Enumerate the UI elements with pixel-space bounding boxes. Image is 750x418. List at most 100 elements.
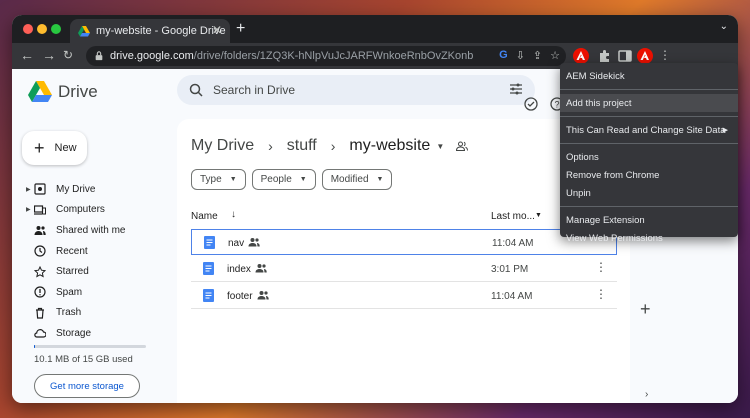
new-label: New	[54, 142, 77, 154]
filter-label: Type	[200, 174, 222, 185]
cloud-icon	[34, 329, 46, 339]
sidebar-item-label: My Drive	[56, 183, 96, 195]
trash-icon	[36, 307, 44, 319]
back-icon[interactable]: ←	[20, 47, 34, 63]
new-tab-button[interactable]: +	[236, 20, 245, 38]
new-button[interactable]: + New	[22, 131, 87, 165]
tab-search-button[interactable]: ⌄	[720, 21, 728, 32]
breadcrumb-stuff[interactable]: stuff	[287, 137, 317, 155]
close-window-button[interactable]	[23, 24, 33, 34]
extension-context-menu: AEM Sidekick Add this project This Can R…	[560, 63, 738, 244]
sidebar-item-my-drive[interactable]: ▶ My Drive	[26, 179, 166, 200]
more-actions-icon[interactable]: ⋮	[595, 260, 607, 274]
dropdown-icon: ▼	[229, 176, 237, 183]
plus-icon: +	[34, 137, 45, 158]
breadcrumb-my-drive[interactable]: My Drive	[191, 137, 254, 155]
reload-icon[interactable]: ↻	[63, 48, 73, 62]
folder-menu-icon[interactable]: ▼	[436, 142, 444, 151]
install-icon[interactable]: ⇩	[516, 49, 525, 62]
shared-folder-icon	[456, 141, 469, 151]
menu-item-remove[interactable]: Remove from Chrome	[560, 166, 738, 184]
menu-item-manage-extension[interactable]: Manage Extension	[560, 211, 738, 229]
storage-used: 10.1 MB of 15 GB used	[34, 354, 133, 365]
tab-strip: my-website - Google Drive ✕ + ⌄	[12, 15, 738, 43]
breadcrumb: My Drive › stuff › my-website ▼	[191, 137, 469, 155]
share-icon[interactable]: ⇪	[533, 49, 542, 62]
menu-item-site-data[interactable]: This Can Read and Change Site Data ▶	[560, 121, 738, 139]
shared-people-icon	[257, 291, 269, 300]
more-actions-icon[interactable]: ⋮	[595, 287, 607, 301]
collapse-panel-icon[interactable]: ›	[645, 389, 648, 400]
menu-item-add-project[interactable]: Add this project	[560, 94, 738, 112]
file-modified: 3:01 PM	[491, 264, 529, 275]
search-bar[interactable]: Search in Drive	[177, 75, 535, 105]
sort-arrow-icon[interactable]: ↓	[231, 209, 236, 220]
filter-label: People	[260, 174, 292, 185]
sidebar-item-trash[interactable]: Trash	[26, 303, 166, 324]
expand-caret-icon[interactable]: ▶	[26, 186, 31, 193]
bookmark-star-icon[interactable]: ☆	[550, 49, 560, 62]
drive-logo-icon	[28, 81, 52, 102]
sidebar-item-spam[interactable]: Spam	[26, 282, 166, 303]
sidebar-item-computers[interactable]: ▶ Computers	[26, 200, 166, 221]
shared-people-icon	[255, 264, 267, 273]
sidebar-nav: ▶ My Drive ▶ Computers Shared with me Re…	[26, 179, 166, 344]
menu-item-web-permissions[interactable]: View Web Permissions	[560, 229, 738, 247]
browser-tab[interactable]: my-website - Google Drive ✕	[70, 19, 230, 43]
add-addon-icon[interactable]: +	[640, 299, 651, 320]
menu-item-unpin[interactable]: Unpin	[560, 184, 738, 202]
url-path: /drive/folders/1ZQ3K-hNlpVuJcJARFWnkoeRn…	[193, 50, 474, 62]
expand-caret-icon[interactable]: ▶	[26, 206, 31, 213]
sidebar-item-storage[interactable]: Storage	[26, 323, 166, 344]
table-row[interactable]: footer 11:04 AM ⋮	[191, 283, 617, 309]
table-row[interactable]: index 3:01 PM ⋮	[191, 256, 617, 282]
chrome-menu-icon[interactable]: ⋮	[659, 48, 671, 62]
google-icon[interactable]: G	[499, 49, 508, 62]
offline-ready-icon[interactable]	[524, 97, 538, 111]
file-name: index	[227, 264, 251, 275]
clock-icon	[34, 245, 46, 257]
search-icon	[189, 83, 203, 97]
storage-bar	[34, 345, 146, 348]
dropdown-icon: ▼	[376, 176, 384, 183]
filter-people[interactable]: People ▼	[251, 169, 316, 190]
tab-close-icon[interactable]: ✕	[212, 23, 222, 37]
sidebar-item-label: Trash	[56, 307, 82, 319]
get-more-storage-button[interactable]: Get more storage	[34, 374, 140, 398]
tab-title: my-website - Google Drive	[96, 25, 226, 37]
sidebar-item-starred[interactable]: Starred	[26, 261, 166, 282]
search-input[interactable]: Search in Drive	[213, 83, 295, 97]
sidebar-item-label: Starred	[56, 266, 89, 278]
last-modified-column[interactable]: Last mo...	[491, 211, 535, 222]
name-column[interactable]: Name	[191, 211, 218, 222]
sidebar-item-recent[interactable]: Recent	[26, 241, 166, 262]
address-bar[interactable]: drive.google.com/drive/folders/1ZQ3K-hNl…	[86, 46, 566, 66]
search-options-icon[interactable]	[509, 82, 523, 96]
shared-icon	[34, 226, 46, 236]
google-doc-icon	[203, 262, 214, 275]
dropdown-icon[interactable]: ▼	[535, 212, 542, 219]
sidebar-item-shared[interactable]: Shared with me	[26, 220, 166, 241]
drive-logo-text: Drive	[58, 81, 98, 101]
forward-icon[interactable]: →	[42, 47, 56, 63]
sidebar-item-label: Storage	[56, 327, 92, 339]
menu-separator	[560, 143, 738, 144]
menu-item-aem-sidekick[interactable]: AEM Sidekick	[560, 67, 738, 85]
svg-text:?: ?	[555, 100, 560, 110]
drive-favicon-icon	[78, 26, 90, 37]
breadcrumb-current[interactable]: my-website	[349, 137, 430, 155]
file-name: footer	[227, 291, 253, 302]
storage-bar-fill	[34, 345, 36, 348]
spam-icon	[34, 286, 46, 298]
maximize-window-button[interactable]	[51, 24, 61, 34]
menu-item-options[interactable]: Options	[560, 148, 738, 166]
filter-type[interactable]: Type ▼	[191, 169, 246, 190]
minimize-window-button[interactable]	[37, 24, 47, 34]
sidebar-item-label: Computers	[56, 204, 105, 216]
filter-modified[interactable]: Modified ▼	[321, 169, 393, 190]
drive-logo[interactable]: Drive	[28, 81, 98, 102]
menu-separator	[560, 116, 738, 117]
sidebar-item-label: Recent	[56, 245, 88, 257]
column-header: Name ↓ Last mo... ▼	[191, 209, 617, 227]
table-row[interactable]: nav 11:04 AM	[191, 229, 617, 255]
